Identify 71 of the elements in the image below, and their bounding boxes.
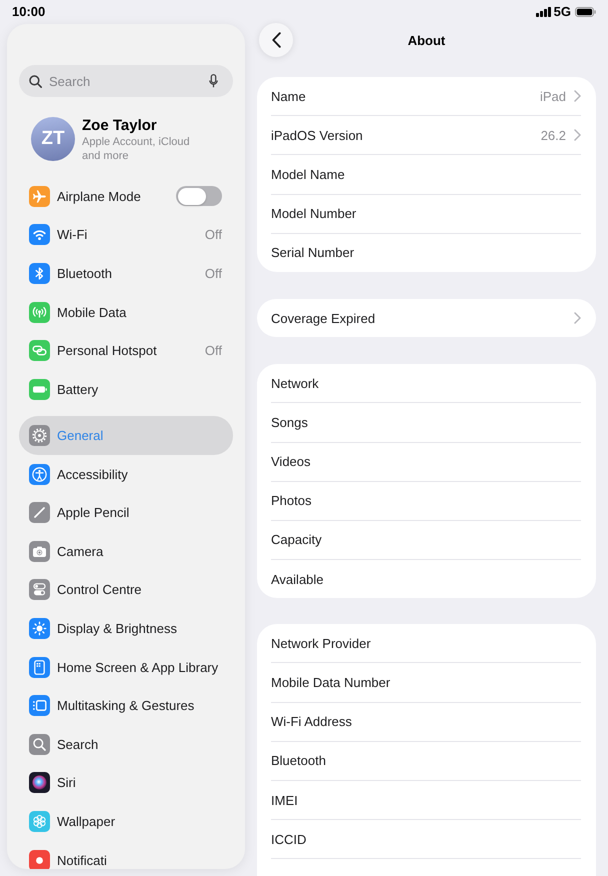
chevron-right-icon xyxy=(574,90,581,102)
row-label: Serial Number xyxy=(271,245,356,260)
account-subtitle: Apple Account, iCloud and more xyxy=(82,135,191,163)
row-label: Model Number xyxy=(271,206,358,222)
row-label: Network xyxy=(271,376,320,391)
sidebar-item[interactable]: Apple Pencil xyxy=(19,493,233,532)
page-title: About xyxy=(408,32,446,48)
row-label: Model Name xyxy=(271,166,346,182)
search-field[interactable]: Search xyxy=(19,65,233,97)
settings-row[interactable]: Name iPad xyxy=(271,77,581,116)
chain-link-icon xyxy=(29,340,50,362)
row-label: Photos xyxy=(271,493,312,508)
sidebar-item[interactable]: Display & Brightness xyxy=(19,609,233,648)
settings-row[interactable]: Coverage Expired xyxy=(271,298,581,338)
chevron-right-icon xyxy=(574,129,581,142)
orb-icon xyxy=(29,772,50,794)
row-label: Capacity xyxy=(271,532,323,548)
pencil-icon xyxy=(29,502,50,524)
sidebar-item[interactable]: Search xyxy=(19,725,233,764)
sidebar-item[interactable]: Siri xyxy=(19,764,233,802)
camera-icon xyxy=(29,540,50,562)
sidebar-item[interactable]: Wi-Fi Off xyxy=(19,216,233,254)
search-icon xyxy=(29,74,42,88)
sidebar-item[interactable]: Battery xyxy=(19,370,233,409)
sidebar-item[interactable]: Wallpaper xyxy=(19,802,233,841)
sidebar-item[interactable]: Airplane Mode xyxy=(19,177,233,216)
bluetooth-icon xyxy=(29,262,50,284)
gear-icon xyxy=(29,425,50,446)
signal-icon xyxy=(536,6,551,16)
airplane-icon xyxy=(29,186,50,207)
sidebar-item[interactable]: Multitasking & Gestures xyxy=(19,686,233,725)
row-label: Available xyxy=(271,572,325,587)
row-label: Songs xyxy=(271,414,309,430)
row-label: Wi-Fi Address xyxy=(271,714,353,730)
account-name: Zoe Taylor xyxy=(82,117,157,135)
accessibility-icon xyxy=(29,464,50,485)
flower-icon xyxy=(29,810,50,832)
row-label: Videos xyxy=(271,454,312,470)
back-button[interactable] xyxy=(259,23,293,57)
row-label: Bluetooth xyxy=(271,753,327,768)
battery-tile-icon xyxy=(29,378,50,400)
row-value: 26.2 xyxy=(540,128,566,143)
search-icon xyxy=(29,734,50,755)
sidebar-item[interactable]: Camera xyxy=(19,532,233,571)
row-label: IMEI xyxy=(271,792,299,808)
sidebar-item[interactable]: Control Centre xyxy=(19,570,233,610)
switches-icon xyxy=(29,579,50,600)
sidebar-item[interactable]: Personal Hotspot Off xyxy=(19,331,233,370)
microphone-icon[interactable] xyxy=(209,74,218,88)
multitask-icon xyxy=(29,695,50,716)
chevron-left-icon xyxy=(272,32,280,48)
sidebar-item[interactable]: Mobile Data xyxy=(19,292,233,332)
antenna-icon xyxy=(29,302,50,323)
network-label: 5G xyxy=(554,4,571,19)
wifi-icon xyxy=(29,224,50,246)
sidebar-item[interactable]: Accessibility xyxy=(19,454,233,494)
status-time: 10:00 xyxy=(12,4,46,19)
toggle-switch[interactable] xyxy=(176,186,222,206)
home-screen-icon xyxy=(29,656,50,678)
row-label: ICCID xyxy=(271,832,308,847)
sidebar-item[interactable]: Bluetooth Off xyxy=(19,254,233,293)
chevron-right-icon xyxy=(574,312,581,324)
sidebar-item[interactable]: Notificati xyxy=(19,840,233,869)
badge-tile-icon xyxy=(29,850,50,869)
row-value: iPad xyxy=(540,88,566,104)
row-label: Mobile Data Number xyxy=(271,675,392,690)
row-label: Network Provider xyxy=(271,636,372,651)
settings-row[interactable]: iPadOS Version 26.2 xyxy=(271,116,581,154)
sun-icon xyxy=(29,618,50,640)
sidebar-item[interactable]: Home Screen & App Library xyxy=(19,648,233,686)
battery-icon xyxy=(575,6,596,16)
